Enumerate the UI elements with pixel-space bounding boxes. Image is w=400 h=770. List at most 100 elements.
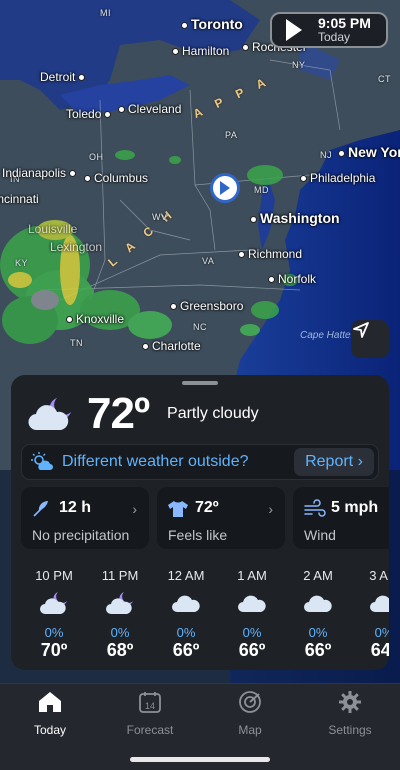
detail-cards[interactable]: 12 h No precipitation › 72º Feels like ›… [21, 487, 389, 549]
hourly-forecast[interactable]: 10 PM 0% 70º 11 PM 0% 68º 12 AM 0% 66º 1… [21, 568, 389, 660]
sheet-grabber[interactable] [182, 381, 218, 385]
state-label: CT [378, 74, 391, 84]
chevron-right-icon: › [132, 501, 137, 517]
hour-item: 1 AM 0% 66º [219, 568, 285, 660]
tab-today[interactable]: Today [0, 690, 100, 737]
state-label: TN [70, 338, 83, 348]
state-label: NC [193, 322, 207, 332]
hour-time: 1 AM [237, 568, 267, 583]
hour-temp: 68º [106, 640, 134, 660]
partly-sunny-icon [31, 452, 53, 470]
hour-temp: 70º [40, 640, 68, 660]
hour-item: 12 AM 0% 66º [153, 568, 219, 660]
cloud-icon [370, 595, 389, 612]
home-indicator [130, 757, 270, 762]
city-label: Charlotte [142, 339, 201, 353]
hour-precip: 0% [308, 625, 328, 640]
state-label: MD [254, 185, 269, 195]
hour-precip: 0% [242, 625, 262, 640]
hour-temp: 66º [172, 640, 200, 660]
wind-card[interactable]: 5 mph Wind [293, 487, 389, 549]
city-label: Washington [250, 210, 340, 226]
precipitation-card[interactable]: 12 h No precipitation › [21, 487, 149, 549]
current-conditions: 72º Partly cloudy [25, 389, 259, 439]
precip-value: 12 h [59, 499, 92, 516]
state-label: PA [225, 130, 238, 140]
home-icon [39, 692, 61, 712]
hour-precip: 0% [110, 625, 130, 640]
city-label: Knoxville [66, 312, 124, 326]
city-label: Columbus [84, 171, 148, 185]
cloud-icon [304, 595, 332, 612]
hour-precip: 0% [44, 625, 64, 640]
calendar-icon: 14 [139, 692, 161, 713]
timeline-play-button[interactable]: 9:05 PM Today [270, 12, 388, 48]
chevron-right-icon: › [268, 501, 273, 517]
city-label: Cleveland [118, 102, 181, 116]
city-label: Hamilton [172, 44, 229, 58]
locate-me-button[interactable] [351, 320, 389, 358]
hour-item: 10 PM 0% 70º [21, 568, 87, 660]
city-label: Lexington [50, 240, 103, 254]
shirt-icon [168, 501, 188, 517]
location-marker[interactable] [210, 173, 240, 203]
tab-label: Today [33, 723, 67, 737]
current-condition: Partly cloudy [167, 405, 259, 422]
city-label: Indianapolis [2, 166, 79, 180]
play-icon [286, 19, 302, 41]
report-button[interactable]: Report › [294, 448, 374, 476]
wind-label: Wind [304, 527, 336, 543]
wind-value: 5 mph [331, 499, 379, 516]
hour-time: 12 AM [167, 568, 205, 583]
different-weather-text: Different weather outside? [62, 453, 249, 470]
hour-precip: 0% [374, 625, 389, 640]
umbrella-icon [33, 501, 48, 517]
feels-like-label: Feels like [168, 527, 228, 543]
map-time: 9:05 PM [318, 15, 371, 32]
map-day: Today [318, 30, 351, 45]
city-label: Greensboro [170, 299, 243, 313]
city-label: Louisville [28, 222, 78, 236]
city-label: Detroit [40, 70, 88, 84]
current-temperature: 72º [87, 389, 150, 438]
tab-map[interactable]: Map [200, 690, 300, 737]
state-label: VA [202, 256, 215, 266]
gear-icon [339, 691, 361, 713]
hour-time: 10 PM [35, 568, 73, 583]
different-weather-banner[interactable]: Different weather outside? Report › [21, 444, 379, 480]
state-label: KY [15, 258, 29, 268]
hour-time: 2 AM [303, 568, 333, 583]
tab-label: Settings [328, 723, 372, 737]
feels-like-value: 72º [195, 499, 219, 516]
hour-item: 3 AM 0% 64º [351, 568, 389, 660]
hour-time: 3 AM [369, 568, 389, 583]
hour-time: 11 PM [101, 568, 139, 583]
hour-temp: 66º [304, 640, 332, 660]
cloud-icon [172, 595, 200, 612]
calendar-badge: 14 [145, 701, 155, 711]
hour-item: 2 AM 0% 66º [285, 568, 351, 660]
navigation-arrow-icon [353, 322, 369, 338]
state-label: NY [292, 60, 306, 70]
cloud-icon [238, 595, 266, 612]
city-label: Norfolk [268, 272, 316, 286]
city-label: New York [338, 144, 400, 160]
partly-cloudy-night-icon [106, 592, 133, 614]
city-label: Richmond [238, 247, 302, 261]
feels-like-card[interactable]: 72º Feels like › [157, 487, 285, 549]
partly-cloudy-night-icon [28, 398, 71, 431]
precip-label: No precipitation [32, 527, 130, 543]
tab-label: Map [238, 723, 262, 737]
tab-forecast[interactable]: 14 Forecast [100, 690, 200, 737]
state-label: MI [100, 8, 111, 18]
weather-sheet[interactable]: 72º Partly cloudy Different weather outs… [11, 375, 389, 670]
hour-item: 11 PM 0% 68º [87, 568, 153, 660]
location-arrow-icon [220, 181, 230, 195]
state-label: WV [152, 212, 168, 222]
state-label: NJ [320, 150, 332, 160]
wind-icon [304, 499, 326, 517]
radar-icon [239, 691, 261, 713]
hour-precip: 0% [176, 625, 196, 640]
tab-settings[interactable]: Settings [300, 690, 400, 737]
city-label: Philadelphia [300, 171, 375, 185]
